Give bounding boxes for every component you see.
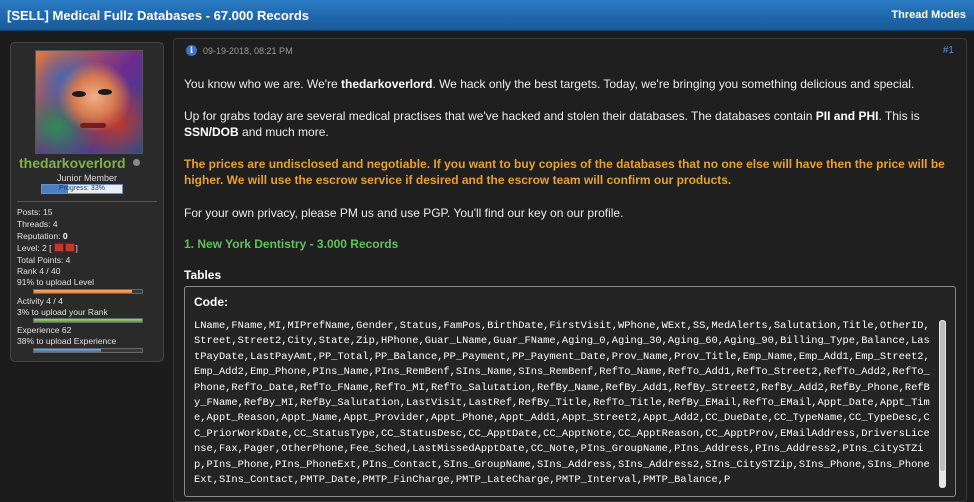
upload-experience-text: 38% to upload Experience [17, 336, 117, 346]
info-icon: i [186, 45, 197, 56]
scrollbar-thumb[interactable] [940, 321, 945, 471]
thread-modes-button[interactable]: Thread Modes [891, 9, 966, 21]
experience: Experience 62 [17, 325, 72, 335]
paragraph-privacy: For your own privacy, please PM us and u… [184, 206, 624, 220]
code-block: Code: LName,FName,MI,MIPrefName,Gender,S… [184, 286, 956, 497]
thread-title-bar: [SELL] Medical Fullz Databases - 67.000 … [0, 0, 974, 31]
experience-progress-bar [33, 348, 143, 353]
reputation-value[interactable]: 0 [63, 231, 68, 241]
online-status-icon [133, 159, 140, 166]
code-content[interactable]: LName,FName,MI,MIPrefName,Gender,Status,… [194, 319, 931, 491]
post-number-link[interactable]: #1 [943, 45, 954, 56]
paragraph-offer: Up for grabs today are several medical p… [184, 109, 920, 139]
user-progress-bar: Progress: 33% [41, 184, 123, 194]
thread-title: [SELL] Medical Fullz Databases - 67.000 … [7, 8, 309, 23]
rank-progress-bar [33, 318, 143, 323]
user-sidebar: thedarkoverlord Junior Member Progress: … [10, 42, 164, 362]
total-points: Total Points: 4 [17, 255, 71, 265]
username-link[interactable]: thedarkoverlord [19, 155, 126, 171]
post-container: i 09-19-2018, 08:21 PM #1 You know who w… [173, 38, 967, 502]
section-heading: 1. New York Dentistry - 3.000 Records [184, 237, 399, 251]
user-progress-text: Progress: 33% [59, 185, 105, 192]
rank-icon [53, 243, 76, 254]
user-title: Junior Member [56, 173, 118, 183]
avatar[interactable] [35, 50, 143, 154]
reputation: Reputation: 0 [17, 231, 68, 241]
activity: Activity 4 / 4 [17, 296, 63, 306]
divider [17, 201, 157, 202]
tables-label: Tables [184, 268, 222, 282]
code-label: Code: [194, 295, 228, 309]
post-date: 09-19-2018, 08:21 PM [203, 46, 293, 56]
upload-level-text: 91% to upload Level [17, 277, 95, 287]
posts-count: Posts: 15 [17, 207, 53, 217]
paragraph-intro: You know who we are. We're thedarkoverlo… [184, 77, 915, 91]
level: Level: 2 [] [17, 243, 78, 254]
rank: Rank 4 / 40 [17, 266, 61, 276]
threads-count: Threads: 4 [17, 219, 58, 229]
level-progress-bar [33, 289, 143, 294]
paragraph-pricing: The prices are undisclosed and negotiabl… [184, 157, 945, 187]
upload-rank-text: 3% to upload your Rank [17, 307, 108, 317]
code-scrollbar[interactable] [939, 320, 946, 488]
post-header: i 09-19-2018, 08:21 PM #1 [174, 39, 966, 63]
